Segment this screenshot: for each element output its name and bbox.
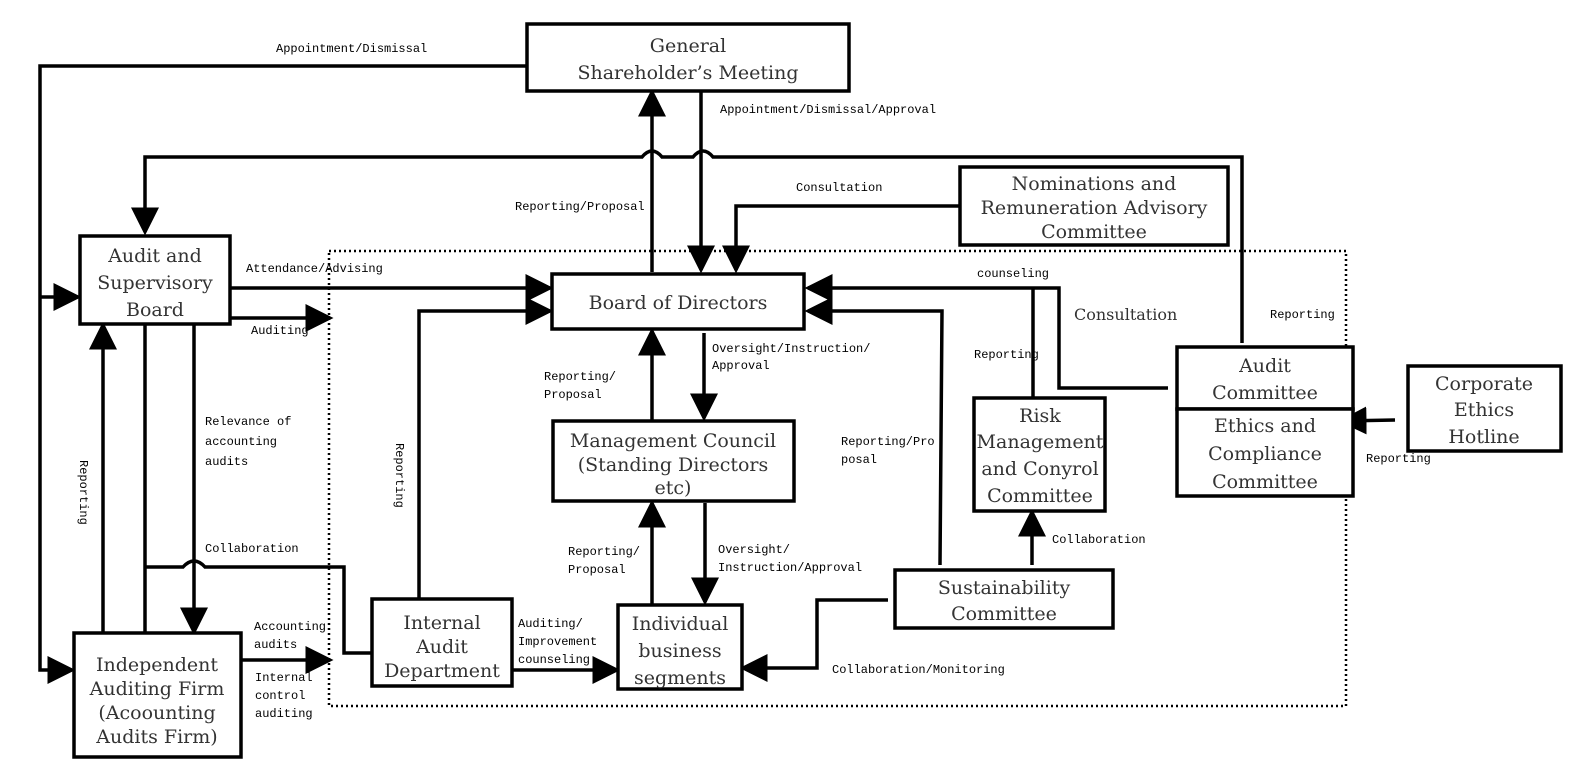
node-label: Individual — [632, 613, 729, 635]
node-label: Remuneration Advisory — [981, 197, 1208, 219]
edge-sc-to-ibs — [739, 598, 888, 682]
label-reporting-proposal-gsm: Reporting/Proposal — [515, 200, 645, 214]
node-label: Department — [384, 660, 500, 682]
node-label: Committee — [1041, 221, 1147, 243]
node-label: Ethics and — [1214, 415, 1316, 437]
label-relevance: audits — [205, 455, 248, 469]
label-oversight-mc: Oversight/Instruction/ — [712, 342, 870, 356]
node-independent-auditing-firm: Independent Auditing Firm (Acoounting Au… — [72, 631, 243, 759]
node-label: segments — [634, 667, 726, 689]
label-auditing-improvement: Improvement — [518, 635, 597, 649]
node-label: Compliance — [1208, 443, 1322, 465]
node-label: Hotline — [1448, 426, 1519, 448]
node-label: etc) — [655, 477, 692, 499]
node-nominations-remuneration-committee: Nominations and Remuneration Advisory Co… — [958, 165, 1230, 247]
label-auditing-improvement: counseling — [518, 653, 590, 667]
label-accounting-audits: Accounting — [254, 620, 326, 634]
edge-ac-to-bod — [804, 274, 1168, 390]
label-reporting-iaf: Reporting — [76, 460, 90, 525]
governance-diagram: General Shareholder’s Meeting Nomination… — [38, 22, 1563, 759]
node-label: (Acoounting — [98, 702, 215, 724]
label-oversight-mc: Approval — [712, 359, 770, 373]
label-collaboration-monitoring: Collaboration/Monitoring — [832, 663, 1005, 677]
node-label: (Standing Directors — [578, 454, 769, 476]
edge-iad-to-bod — [417, 297, 554, 598]
node-label: Sustainability — [938, 577, 1071, 599]
node-label: Committee — [951, 603, 1057, 625]
label-accounting-audits: audits — [254, 638, 297, 652]
node-label: Board — [126, 299, 184, 321]
label-reporting-rmcc: Reporting — [974, 348, 1039, 362]
node-internal-audit-department: Internal Audit Department — [370, 597, 514, 688]
node-audit-committee: Audit Committee — [1175, 345, 1355, 411]
node-label: Committee — [987, 485, 1093, 507]
node-label: Audit and — [107, 245, 202, 267]
label-consultation-ac: Consultation — [1074, 305, 1177, 324]
label-consultation-nrac: Consultation — [796, 181, 882, 195]
label-oversight-ibs: Instruction/Approval — [718, 561, 862, 575]
edge-nrac-to-bod — [722, 204, 960, 274]
label-internal-control: auditing — [255, 707, 313, 721]
label-reporting-proposal-sc: posal — [841, 453, 877, 467]
label-reporting-proposal-ibs: Proposal — [568, 563, 626, 577]
node-label: Corporate — [1435, 373, 1533, 395]
node-label: Nominations and — [1012, 173, 1177, 195]
node-label: Supervisory — [97, 272, 213, 294]
label-auditing: Auditing — [251, 324, 309, 338]
node-label: General — [650, 35, 726, 57]
node-label: Risk — [1019, 405, 1061, 427]
label-appointment-dismissal-approval: Appointment/Dismissal/Approval — [720, 103, 936, 117]
label-reporting-iad: Reporting — [392, 443, 406, 508]
node-label: Shareholder’s Meeting — [577, 62, 798, 84]
node-risk-management-committee: Risk Management and Conyrol Committee — [972, 396, 1107, 513]
node-ethics-compliance-committee: Ethics and Compliance Committee — [1175, 407, 1355, 498]
label-oversight-ibs: Oversight/ — [718, 543, 790, 557]
node-label: Committee — [1212, 471, 1318, 493]
label-counseling: counseling — [977, 267, 1049, 281]
node-sustainability-committee: Sustainability Committee — [893, 568, 1115, 630]
node-label: Audit — [415, 636, 468, 658]
node-individual-business-segments: Individual business segments — [616, 603, 744, 691]
node-label: Auditing Firm — [89, 678, 225, 700]
label-appointment-dismissal: Appointment/Dismissal — [276, 42, 427, 56]
node-management-council: Management Council (Standing Directors e… — [551, 419, 796, 503]
node-label: Independent — [96, 654, 218, 676]
label-reporting-proposal-mc: Reporting/ — [544, 370, 616, 384]
label-reporting-proposal-sc: Reporting/Pro — [841, 435, 935, 449]
node-audit-supervisory-board: Audit and Supervisory Board — [78, 234, 232, 326]
node-general-shareholders-meeting: General Shareholder’s Meeting — [525, 22, 851, 93]
label-relevance: Relevance of — [205, 415, 291, 429]
label-reporting-ac: Reporting — [1270, 308, 1335, 322]
node-label: Audits Firm) — [95, 726, 217, 748]
node-label: Ethics — [1454, 399, 1514, 421]
node-label: Committee — [1212, 382, 1318, 404]
node-label: Management — [977, 431, 1104, 453]
node-board-of-directors: Board of Directors — [550, 272, 806, 331]
node-label: Management Council — [570, 430, 776, 452]
label-reporting-ceh: Reporting — [1366, 452, 1431, 466]
node-label: and Conyrol — [981, 458, 1098, 480]
node-label: business — [638, 640, 721, 662]
label-internal-control: Internal — [255, 671, 313, 685]
label-auditing-improvement: Auditing/ — [518, 617, 583, 631]
label-relevance: accounting — [205, 435, 277, 449]
node-corporate-ethics-hotline: Corporate Ethics Hotline — [1406, 364, 1563, 453]
label-attendance-advising: Attendance/Advising — [246, 262, 383, 276]
node-label: Board of Directors — [589, 292, 768, 314]
node-label: Internal — [403, 612, 480, 634]
label-reporting-proposal-mc: Proposal — [544, 388, 602, 402]
label-internal-control: control — [255, 689, 305, 703]
label-reporting-proposal-ibs: Reporting/ — [568, 545, 640, 559]
label-collaboration-rmcc: Collaboration — [1052, 533, 1146, 547]
node-label: Audit — [1238, 355, 1291, 377]
label-collaboration-left: Collaboration — [205, 542, 299, 556]
